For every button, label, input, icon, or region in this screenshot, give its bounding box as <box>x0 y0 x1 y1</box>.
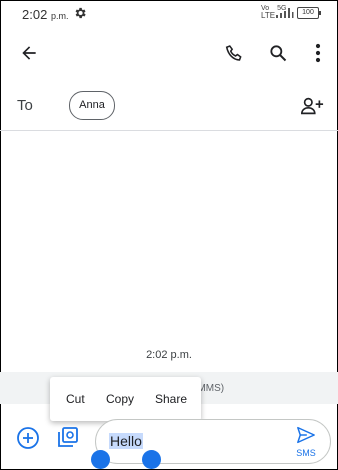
recipient-row: To Anna <box>0 84 338 131</box>
attach-button[interactable] <box>15 425 41 451</box>
selection-handle-end[interactable] <box>142 450 161 469</box>
cut-menu-item[interactable]: Cut <box>66 392 85 406</box>
status-bar: 2:02 p.m. Vo 5G LTE 100 <box>0 0 338 28</box>
battery-icon: 100 <box>297 7 321 19</box>
add-circle-icon <box>17 427 39 449</box>
message-timestamp: 2:02 p.m. <box>146 349 192 361</box>
call-button[interactable] <box>222 41 246 65</box>
copy-menu-item[interactable]: Copy <box>106 392 134 406</box>
signal-icon <box>276 8 294 18</box>
add-recipient-button[interactable] <box>300 94 324 118</box>
gallery-button[interactable] <box>56 425 80 449</box>
more-options-button[interactable] <box>306 41 330 65</box>
message-text-selected[interactable]: Hello <box>109 433 143 449</box>
more-vert-icon <box>315 43 321 63</box>
share-menu-item[interactable]: Share <box>155 392 187 406</box>
status-time: 2:02 p.m. <box>22 7 69 22</box>
send-sms-button[interactable]: SMS <box>290 426 322 460</box>
message-input[interactable]: Hello SMS <box>95 419 331 464</box>
back-button[interactable] <box>17 41 41 65</box>
send-icon <box>297 426 315 444</box>
search-icon <box>270 45 287 62</box>
arrow-back-icon <box>22 46 36 60</box>
to-label: To <box>17 97 33 114</box>
recipient-chip[interactable]: Anna <box>69 91 115 120</box>
add-person-icon <box>301 97 324 115</box>
search-button[interactable] <box>266 41 290 65</box>
top-app-bar <box>0 30 338 76</box>
gear-icon <box>75 7 86 19</box>
phone-icon <box>225 44 242 61</box>
compose-bar: Hello SMS <box>0 415 338 468</box>
selection-handle-start[interactable] <box>91 450 110 469</box>
gallery-icon <box>58 427 78 447</box>
send-sms-label: SMS <box>296 448 316 458</box>
